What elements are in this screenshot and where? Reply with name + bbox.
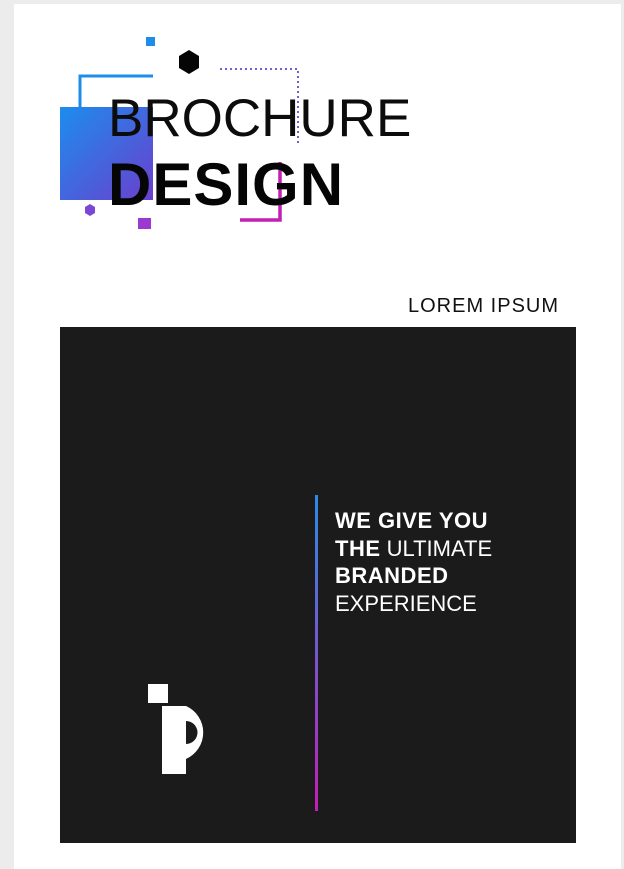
purple-square-icon bbox=[138, 218, 151, 229]
tagline-line-2-bold: THE bbox=[335, 535, 381, 561]
tagline: WE GIVE YOU THE ULTIMATE BRANDED EXPERIE… bbox=[335, 507, 492, 617]
small-square-icon bbox=[146, 37, 155, 46]
title-line-2: DESIGN bbox=[108, 151, 345, 218]
tagline-line-4: EXPERIENCE bbox=[335, 590, 477, 616]
p-letter-logo-icon bbox=[148, 684, 204, 774]
brochure-page: BROCHURE DESIGN LOREM IPSUM WE GIVE YOU … bbox=[14, 4, 621, 869]
tagline-line-1: WE GIVE YOU bbox=[335, 508, 489, 533]
hexagon-icon bbox=[179, 50, 199, 74]
gradient-divider bbox=[315, 495, 318, 811]
title-line-1: BROCHURE bbox=[108, 89, 412, 148]
tagline-line-3: BRANDED bbox=[335, 563, 449, 588]
dark-panel: WE GIVE YOU THE ULTIMATE BRANDED EXPERIE… bbox=[60, 327, 576, 843]
tagline-line-2-light: ULTIMATE bbox=[386, 535, 493, 561]
small-hexagon-icon bbox=[85, 204, 95, 216]
subheading: LOREM IPSUM bbox=[408, 295, 560, 317]
